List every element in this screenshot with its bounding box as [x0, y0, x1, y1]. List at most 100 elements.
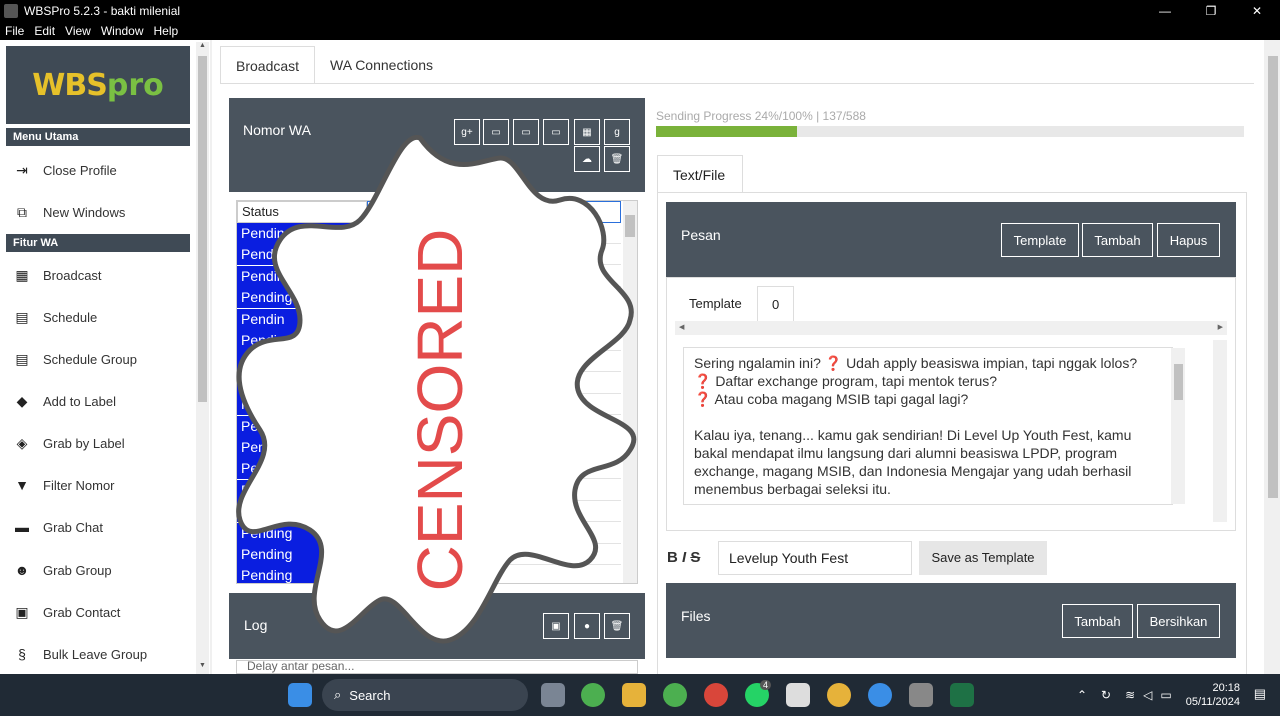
menu-window[interactable]: Window: [96, 24, 149, 38]
scroll-thumb[interactable]: [198, 56, 207, 402]
files-tambah-button[interactable]: Tambah: [1062, 604, 1133, 638]
message-line: ❓ Daftar exchange program, tapi mentok t…: [694, 373, 998, 389]
sidebar-item-grab-group[interactable]: ☻ Grab Group: [12, 555, 192, 585]
hapus-button[interactable]: Hapus: [1157, 223, 1220, 257]
censored-overlay: CENSORED: [236, 135, 637, 644]
sidebar-item-grab-by-label[interactable]: ◈ Grab by Label: [12, 428, 192, 458]
scroll-thumb[interactable]: [1174, 364, 1183, 400]
progress-fill: [656, 126, 798, 137]
message-textarea[interactable]: Sering ngalamin ini? ❓ Udah apply beasis…: [683, 347, 1173, 505]
scroll-up-icon[interactable]: ▲: [196, 42, 209, 54]
sidebar-item-new-windows[interactable]: ⧉ New Windows: [12, 197, 192, 227]
horizontal-scrollbar[interactable]: ◀ ▶: [675, 321, 1227, 335]
menu-bar: File Edit View Window Help: [0, 22, 1280, 40]
section-fitur-wa: Fitur WA: [6, 234, 190, 252]
menu-help[interactable]: Help: [149, 24, 184, 38]
log-text: Delay antar pesan...: [236, 660, 638, 674]
excel-icon[interactable]: [950, 683, 974, 707]
menu-view[interactable]: View: [60, 24, 96, 38]
chrome-icon[interactable]: [868, 683, 892, 707]
sidebar-item-schedule-group[interactable]: ▤ Schedule Group: [12, 344, 192, 374]
sync-icon[interactable]: ↻: [1101, 688, 1111, 702]
bersihkan-button[interactable]: Bersihkan: [1137, 604, 1220, 638]
files-panel: Files Tambah Bersihkan: [666, 583, 1236, 658]
file-explorer-icon[interactable]: [622, 683, 646, 707]
sidebar-item-broadcast[interactable]: ▦ Broadcast: [12, 260, 192, 290]
tab-wa-connections[interactable]: WA Connections: [315, 46, 448, 84]
search-icon: ⌕: [334, 687, 342, 702]
app-icon: [4, 4, 18, 18]
main-scrollbar[interactable]: [1266, 42, 1280, 674]
strikethrough-button[interactable]: S: [690, 549, 700, 566]
scroll-left-icon[interactable]: ◀: [679, 323, 684, 331]
leave-icon: §: [18, 646, 26, 662]
message-line: [694, 408, 1162, 426]
sidebar-item-grab-chat[interactable]: ▬ Grab Chat: [12, 512, 192, 542]
sidebar-item-filter-nomor[interactable]: ▼ Filter Nomor: [12, 470, 192, 500]
chrome-icon[interactable]: [663, 683, 687, 707]
message-line: Sering ngalamin ini? ❓ Udah apply beasis…: [694, 355, 1138, 371]
tab-template[interactable]: Template: [675, 286, 756, 322]
title-bar: WBSPro 5.2.3 - bakti milenial — ❐ ✕: [0, 0, 1280, 22]
calendar-icon: ▤: [15, 350, 29, 367]
battery-icon[interactable]: ▭: [1160, 688, 1171, 702]
menu-file[interactable]: File: [0, 24, 29, 38]
sidebar-item-add-to-label[interactable]: ◆ Add to Label: [12, 386, 192, 416]
sidebar-scrollbar[interactable]: ▲ ▼: [196, 42, 209, 674]
template-button[interactable]: Template: [1001, 223, 1079, 257]
close-button[interactable]: ✕: [1234, 0, 1280, 22]
template-name-input[interactable]: Levelup Youth Fest: [718, 541, 912, 575]
grid-icon: ▦: [15, 266, 29, 283]
contact-card-icon: ▣: [15, 603, 29, 620]
windows-start-icon[interactable]: [288, 683, 312, 707]
wbspro-icon[interactable]: [909, 683, 933, 707]
sidebar-item-grab-contact[interactable]: ▣ Grab Contact: [12, 597, 192, 627]
files-title: Files: [681, 608, 711, 624]
task-view-icon[interactable]: [541, 683, 565, 707]
message-line: bakal mendapat ilmu langsung dari alumni…: [694, 445, 1118, 461]
italic-button[interactable]: I: [682, 549, 686, 566]
sidebar-item-close-profile[interactable]: ⇥ Close Profile: [12, 155, 192, 185]
tags-icon: ◈: [16, 434, 28, 451]
chrome-icon[interactable]: [827, 683, 851, 707]
users-icon: ☻: [14, 562, 30, 578]
store-icon[interactable]: [786, 683, 810, 707]
minimize-button[interactable]: —: [1142, 0, 1188, 22]
notification-icon[interactable]: ▤: [1254, 686, 1266, 702]
clock[interactable]: 20:18 05/11/2024: [1186, 681, 1240, 709]
filter-icon: ▼: [15, 477, 29, 493]
scroll-down-icon[interactable]: ▼: [196, 662, 209, 674]
chevron-up-icon[interactable]: ⌃: [1077, 688, 1087, 702]
window-title: WBSPro 5.2.3 - bakti milenial: [24, 4, 181, 18]
tab-broadcast[interactable]: Broadcast: [220, 46, 316, 84]
message-line: exchange, magang MSIB, dan Indonesia Men…: [694, 463, 1132, 479]
textarea-scrollbar[interactable]: [1171, 348, 1185, 504]
volume-icon[interactable]: ◁: [1143, 688, 1152, 702]
sidebar: WBS pro Menu Utama ⇥ Close Profile ⧉ New Wi…: [0, 40, 210, 674]
tab-template-0[interactable]: 0: [757, 286, 795, 322]
bold-button[interactable]: B: [667, 549, 678, 566]
taskbar-search[interactable]: ⌕ Search: [322, 679, 528, 711]
chat-icon: ▬: [15, 519, 29, 535]
message-line: Kalau iya, tenang... kamu gak sendirian!…: [694, 427, 1132, 443]
scroll-right-icon[interactable]: ▶: [1218, 323, 1223, 331]
tambah-button[interactable]: Tambah: [1082, 223, 1153, 257]
save-as-template-button[interactable]: Save as Template: [919, 541, 1047, 575]
exit-icon: ⇥: [16, 161, 28, 178]
scroll-thumb[interactable]: [1268, 56, 1278, 498]
wifi-icon[interactable]: ≋: [1125, 688, 1135, 702]
pesan-panel: Pesan Template Tambah Hapus: [666, 202, 1236, 277]
sidebar-item-schedule[interactable]: ▤ Schedule: [12, 302, 192, 332]
message-line: ❓ Atau coba magang MSIB tapi gagal lagi?: [694, 391, 969, 407]
editor-scrollbar[interactable]: [1213, 340, 1227, 522]
calendar-icon: ▤: [15, 308, 29, 325]
windows-icon: ⧉: [17, 203, 27, 220]
system-tray: ⌃ ↻ ≋ ◁ ▭ 20:18 05/11/2024: [1077, 674, 1280, 716]
chrome-icon[interactable]: [581, 683, 605, 707]
progress-label: Sending Progress 24%/100% | 137/588: [656, 109, 866, 123]
tab-text-file[interactable]: Text/File: [657, 155, 743, 193]
menu-edit[interactable]: Edit: [29, 24, 60, 38]
maximize-button[interactable]: ❐: [1188, 0, 1234, 22]
sidebar-item-bulk-leave-group[interactable]: § Bulk Leave Group: [12, 639, 192, 669]
chrome-icon[interactable]: [704, 683, 728, 707]
